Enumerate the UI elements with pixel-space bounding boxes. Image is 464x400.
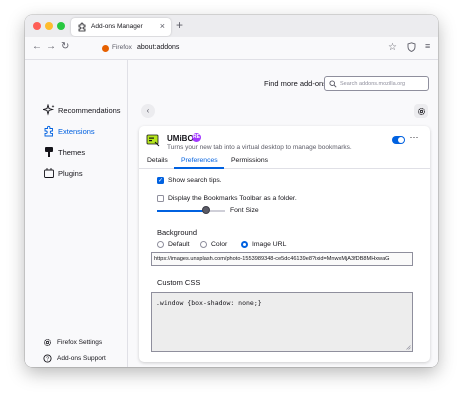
puzzle-icon	[78, 22, 86, 32]
shield-icon[interactable]	[407, 42, 416, 52]
browser-window: Add-ons Manager × + ← → ↻ Firefox about:…	[25, 15, 438, 367]
plugin-icon	[44, 168, 54, 178]
url-text[interactable]: about:addons	[137, 44, 179, 51]
font-size-slider-track[interactable]	[157, 210, 225, 212]
tab-close-icon[interactable]: ×	[160, 21, 165, 31]
puzzle-icon	[44, 125, 53, 137]
window-close-button[interactable]	[33, 22, 41, 30]
sidebar-item-label: Plugins	[58, 169, 83, 178]
font-size-label: Font Size	[230, 207, 259, 214]
bookmark-star-icon[interactable]: ☆	[388, 42, 397, 53]
addon-enable-toggle[interactable]	[392, 136, 405, 144]
search-placeholder: Search addons.mozilla.org	[340, 80, 406, 87]
tab-title: Add-ons Manager	[91, 23, 143, 30]
menu-icon[interactable]: ≡	[425, 41, 430, 51]
search-icon	[329, 80, 337, 88]
resize-handle-icon[interactable]	[406, 345, 411, 350]
custom-css-text[interactable]: .window {box-shadow: none;}	[156, 299, 262, 307]
font-size-slider-thumb[interactable]	[201, 206, 210, 214]
background-image-url-label: Image URL	[252, 241, 287, 248]
sidebar-item-label: Themes	[58, 148, 86, 157]
background-default-radio[interactable]	[157, 241, 164, 248]
recommended-badge: RE	[192, 133, 201, 142]
tools-gear-button[interactable]	[414, 104, 428, 118]
window-minimize-button[interactable]	[45, 22, 53, 30]
title-bar: Add-ons Manager × +	[25, 15, 438, 37]
brush-icon	[45, 147, 53, 157]
toggle-knob	[398, 137, 404, 143]
detail-tabs: Details Preferences Permissions	[139, 156, 430, 169]
extension-logo-icon	[146, 134, 160, 147]
addons-search-input[interactable]: Search addons.mozilla.org	[324, 76, 429, 91]
reload-button[interactable]: ↻	[61, 41, 69, 52]
bookmarks-toolbar-label: Display the Bookmarks Toolbar as a folde…	[168, 195, 297, 202]
background-heading: Background	[157, 228, 198, 237]
sidebar-item-label: Extensions	[58, 127, 95, 136]
custom-css-heading: Custom CSS	[157, 278, 201, 287]
background-default-label: Default	[168, 241, 190, 248]
forward-button[interactable]: →	[46, 41, 56, 52]
background-image-url-radio[interactable]	[241, 241, 248, 248]
find-more-addons-label: Find more add-ons	[264, 79, 327, 88]
tab-preferences[interactable]: Preferences	[181, 157, 218, 164]
main-content: Find more add-ons Search addons.mozilla.…	[129, 60, 438, 367]
tab-permissions[interactable]: Permissions	[231, 157, 268, 164]
gear-icon	[44, 339, 51, 346]
back-to-list-button[interactable]: ‹	[141, 104, 155, 118]
tab-details[interactable]: Details	[147, 157, 168, 164]
url-bar[interactable]: Firefox about:addons ☆	[95, 40, 397, 57]
addon-description: Turns your new tab into a virtual deskto…	[167, 144, 352, 151]
background-color-radio[interactable]	[200, 241, 207, 248]
firefox-settings-label: Firefox Settings	[57, 339, 103, 346]
sparkle-icon	[43, 104, 55, 116]
window-maximize-button[interactable]	[57, 22, 65, 30]
show-search-tips-checkbox[interactable]: ✓	[157, 177, 164, 184]
sidebar: Recommendations Extensions Themes Plugin…	[25, 60, 128, 367]
addon-name: UMiBO	[167, 134, 194, 143]
show-search-tips-label: Show search tips.	[168, 177, 222, 184]
bookmarks-toolbar-checkbox[interactable]	[157, 195, 164, 202]
addon-detail-card: UMiBO RE Turns your new tab into a virtu…	[139, 126, 430, 362]
tab-addons-manager[interactable]: Add-ons Manager ×	[71, 18, 171, 36]
custom-css-textarea[interactable]: .window {box-shadow: none;}	[151, 292, 413, 352]
gear-icon	[417, 107, 425, 115]
firefox-icon	[102, 45, 109, 52]
image-url-input[interactable]: https://images.unsplash.com/photo-155398…	[151, 252, 413, 266]
svg-text:?: ?	[46, 356, 49, 362]
active-tab-indicator	[174, 167, 224, 169]
new-tab-button[interactable]: +	[176, 18, 183, 32]
back-button[interactable]: ←	[32, 41, 42, 52]
nav-bar: ← → ↻ Firefox about:addons ☆ ≡	[25, 37, 438, 60]
url-identity-label: Firefox	[112, 44, 132, 51]
addons-support-label: Add-ons Support	[57, 355, 106, 362]
background-color-label: Color	[211, 241, 228, 248]
sidebar-item-label: Recommendations	[58, 106, 121, 115]
more-options-button[interactable]: ···	[408, 133, 420, 145]
help-icon: ?	[43, 354, 52, 363]
font-size-slider-fill	[157, 210, 206, 212]
